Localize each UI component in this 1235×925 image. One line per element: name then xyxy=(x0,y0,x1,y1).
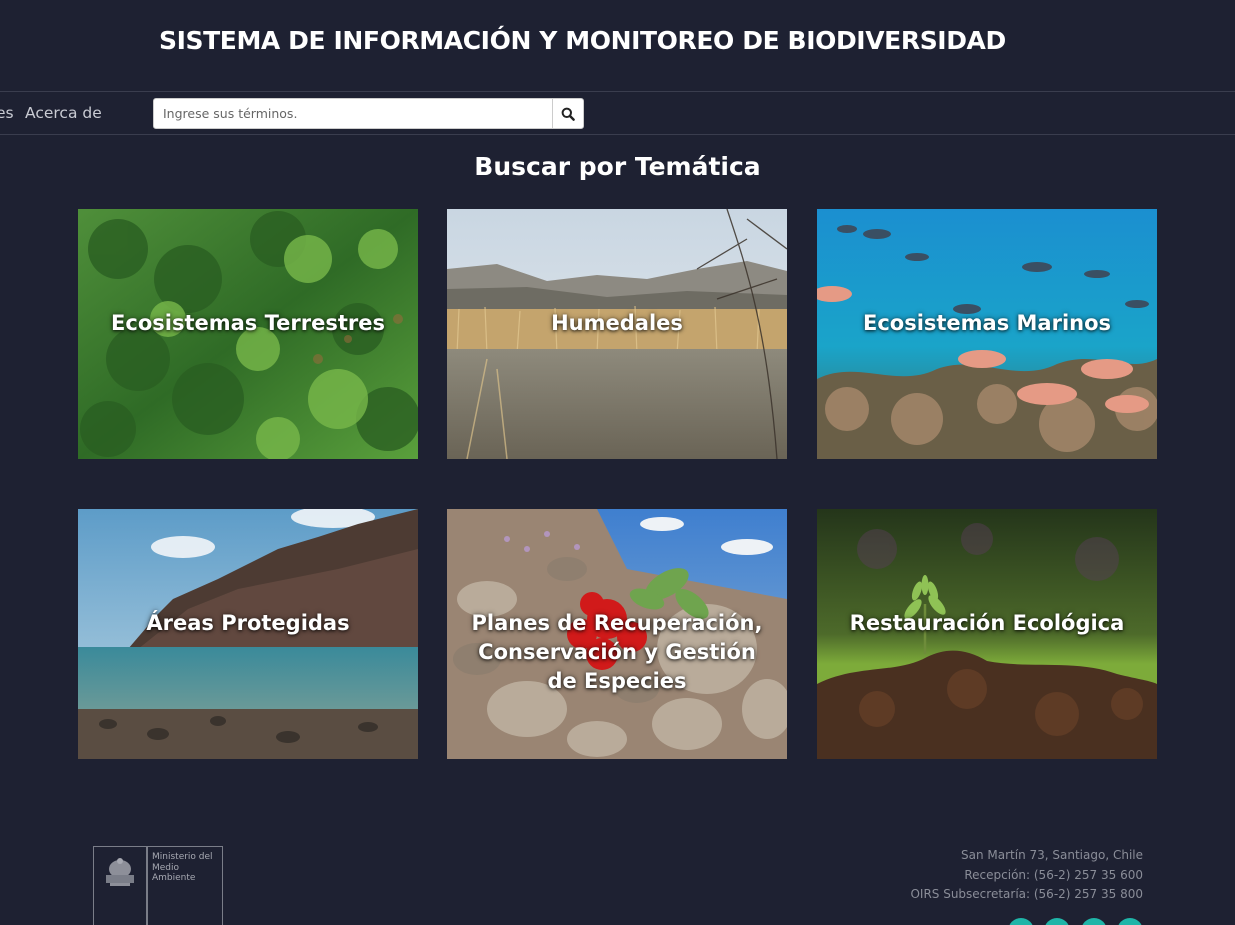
tile-areas-protegidas[interactable]: Áreas Protegidas xyxy=(78,509,418,759)
government-emblem-icon xyxy=(106,858,134,886)
tile-label: Ecosistemas Terrestres xyxy=(111,311,385,335)
tile-ecosistemas-marinos[interactable]: Ecosistemas Marinos xyxy=(817,209,1157,459)
footer-contact: San Martín 73, Santiago, Chile Recepción… xyxy=(910,846,1143,905)
tile-label: Humedales xyxy=(551,311,683,335)
social-icon-2[interactable] xyxy=(1044,918,1070,925)
tile-humedales[interactable]: Humedales xyxy=(447,209,787,459)
ministry-logo[interactable]: Ministerio del Medio Ambiente xyxy=(93,846,223,925)
nav-item-partial[interactable]: es xyxy=(0,104,14,122)
tile-label: Planes de Recuperación, Conservación y G… xyxy=(471,611,763,693)
tile-label: Ecosistemas Marinos xyxy=(862,311,1112,335)
search-button[interactable] xyxy=(552,98,584,129)
site-title: SISTEMA DE INFORMACIÓN Y MONITOREO DE BI… xyxy=(159,26,1006,55)
tile-planes-recuperacion[interactable]: Planes de Recuperación, Conservación y G… xyxy=(447,509,787,759)
footer-oirs: OIRS Subsecretaría: (56-2) 257 35 800 xyxy=(910,887,1143,901)
tile-restauracion-ecologica[interactable]: Restauración Ecológica xyxy=(817,509,1157,759)
nav-item-about[interactable]: Acerca de xyxy=(25,104,102,122)
site-header: SISTEMA DE INFORMACIÓN Y MONITOREO DE BI… xyxy=(0,0,1235,92)
tile-label: Restauración Ecológica xyxy=(849,611,1125,635)
logo-text: Ministerio del Medio Ambiente xyxy=(152,852,213,883)
footer-address: San Martín 73, Santiago, Chile xyxy=(961,848,1143,862)
tile-label: Áreas Protegidas xyxy=(146,611,350,635)
navbar: es Acerca de xyxy=(0,93,1235,135)
social-icon-3[interactable] xyxy=(1081,918,1107,925)
logo-divider xyxy=(146,847,148,925)
section-title: Buscar por Temática xyxy=(474,152,761,181)
social-icon-4[interactable] xyxy=(1117,918,1143,925)
search-input[interactable] xyxy=(153,98,553,129)
social-icon-1[interactable] xyxy=(1008,918,1034,925)
footer-reception: Recepción: (56-2) 257 35 600 xyxy=(964,867,1143,882)
search-icon xyxy=(561,107,575,121)
tile-ecosistemas-terrestres[interactable]: Ecosistemas Terrestres xyxy=(78,209,418,459)
